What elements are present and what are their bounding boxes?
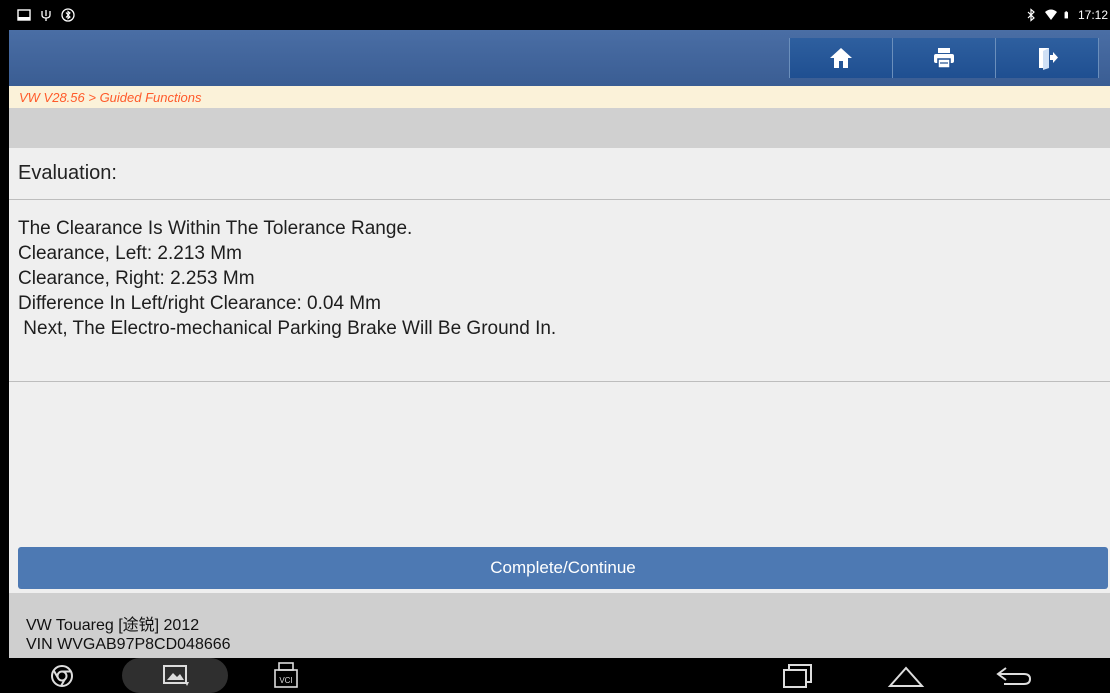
exit-icon <box>1039 48 1058 70</box>
evaluation-label: Evaluation: <box>9 148 1110 200</box>
recent-apps-icon <box>783 664 812 688</box>
message-line: Next, The Electro-mechanical Parking Bra… <box>18 318 557 339</box>
back-button[interactable] <box>992 661 1036 691</box>
status-left <box>17 8 75 22</box>
chrome-icon <box>51 665 73 687</box>
status-bar: 17:12 <box>9 0 1110 30</box>
print-button[interactable] <box>892 38 996 78</box>
left-border <box>0 0 9 693</box>
wifi-icon <box>1044 9 1057 20</box>
message-line: Clearance, Left: 2.213 Mm <box>18 243 242 264</box>
vci-icon: VCI <box>274 662 298 688</box>
evaluation-message: The Clearance Is Within The Tolerance Ra… <box>18 216 556 341</box>
app-header <box>9 30 1110 86</box>
message-line: The Clearance Is Within The Tolerance Ra… <box>18 218 413 239</box>
action-area: Complete/Continue <box>9 543 1110 593</box>
message-line: Clearance, Right: 2.253 Mm <box>18 268 255 289</box>
home-button[interactable] <box>789 38 893 78</box>
usb-icon <box>41 10 51 21</box>
bluetooth-circle-icon <box>61 8 75 22</box>
divider <box>9 381 1110 382</box>
bluetooth-icon <box>1027 8 1035 22</box>
screenshot-icon <box>17 9 31 21</box>
gallery-download-icon <box>163 665 189 686</box>
home-nav-icon <box>887 666 925 687</box>
content-panel: Evaluation: The Clearance Is Within The … <box>9 148 1110 543</box>
vci-button[interactable]: VCI <box>271 661 301 691</box>
vehicle-info: VW Touareg [途锐] 2012 VIN WVGAB97P8CD0486… <box>9 593 1110 658</box>
status-right: 17:12 <box>1024 8 1108 22</box>
breadcrumb: VW V28.56 > Guided Functions <box>9 86 1110 108</box>
gallery-button[interactable] <box>159 661 195 691</box>
chrome-button[interactable] <box>47 661 77 691</box>
status-time: 17:12 <box>1077 8 1108 22</box>
vci-label: VCI <box>279 676 292 685</box>
message-line: Difference In Left/right Clearance: 0.04… <box>18 293 381 314</box>
exit-button[interactable] <box>995 38 1099 78</box>
title-band <box>9 108 1110 148</box>
back-icon <box>996 667 1032 685</box>
recent-apps-button[interactable] <box>777 661 817 691</box>
home-icon <box>830 48 852 68</box>
vehicle-model: VW Touareg [途锐] 2012 <box>26 617 200 634</box>
vehicle-vin: VIN WVGAB97P8CD048666 <box>26 636 231 653</box>
screen: 17:12 VW V28.56 > Guided Functions Evalu… <box>0 0 1110 693</box>
system-nav-bar: VCI <box>9 658 1110 693</box>
printer-icon <box>934 48 954 69</box>
complete-continue-button[interactable]: Complete/Continue <box>18 547 1108 589</box>
battery-icon <box>1064 11 1068 19</box>
home-nav-button[interactable] <box>884 661 928 691</box>
